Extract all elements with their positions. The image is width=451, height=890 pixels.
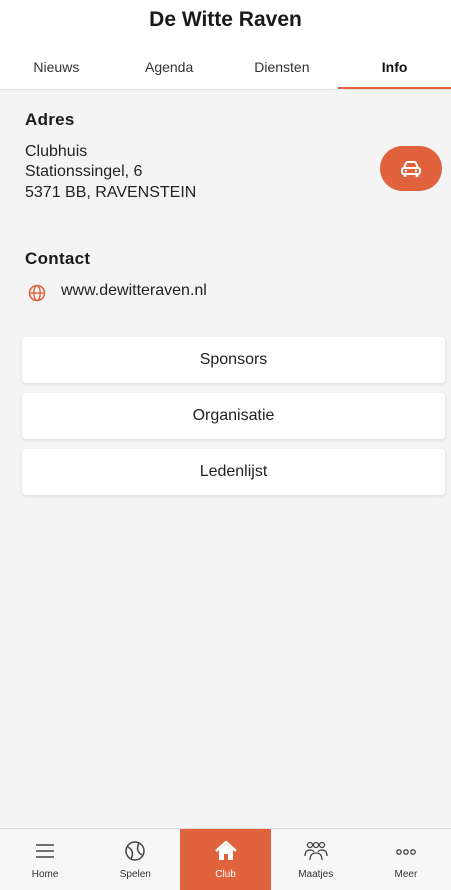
address-line-name: Clubhuis [25,143,88,160]
page-title: De Witte Raven [149,8,302,31]
nav-meer[interactable]: Meer [361,829,451,890]
website-link[interactable]: www.dewitteraven.nl [61,282,207,300]
nav-home-label: Home [31,869,59,880]
tab-agenda[interactable]: Agenda [113,50,226,90]
address-line-street: Stationssingel, 6 [25,163,143,180]
ledenlijst-button[interactable]: Ledenlijst [22,449,445,495]
header: De Witte Raven Nieuws Agenda Diensten In… [0,0,451,90]
header-divider [0,89,451,90]
ball-icon [125,841,146,861]
address-heading: Adres [25,110,75,129]
sponsors-button[interactable]: Sponsors [22,337,445,383]
tab-nieuws[interactable]: Nieuws [0,50,113,90]
nav-club[interactable]: Club [180,829,271,890]
house-icon [214,840,237,860]
nav-meer-label: Meer [394,869,418,880]
bottom-nav: Home Spelen Club Maatjes Meer [0,828,451,890]
people-icon [304,841,328,861]
nav-maatjes[interactable]: Maatjes [271,829,361,890]
nav-maatjes-label: Maatjes [298,869,334,880]
menu-icon [36,844,55,858]
car-icon [401,160,421,177]
contact-heading: Contact [25,249,91,268]
tab-diensten[interactable]: Diensten [226,50,339,90]
tab-info[interactable]: Info [338,50,451,90]
nav-spelen[interactable]: Spelen [90,829,180,890]
nav-club-label: Club [215,869,236,880]
route-button[interactable] [380,146,442,191]
more-icon [396,849,416,855]
tab-bar: Nieuws Agenda Diensten Info [0,50,451,90]
globe-icon [28,284,46,302]
organisatie-button[interactable]: Organisatie [22,393,445,439]
nav-home[interactable]: Home [0,829,90,890]
nav-spelen-label: Spelen [119,869,151,880]
address-line-city: 5371 BB, RAVENSTEIN [25,184,197,201]
